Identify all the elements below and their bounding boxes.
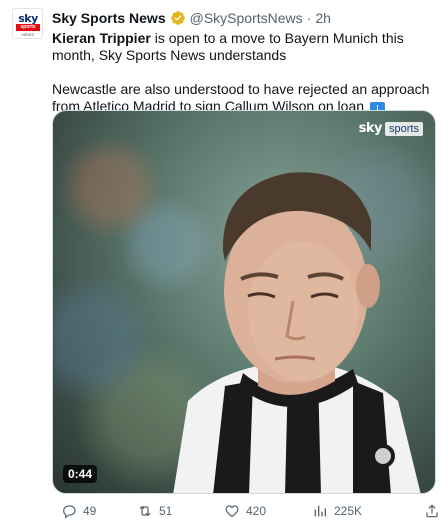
reply-button[interactable]: 49	[61, 503, 96, 519]
share-icon	[426, 504, 438, 518]
retweet-button[interactable]: 51	[137, 503, 172, 519]
sky-sports-watermark: sky sports	[359, 121, 423, 136]
retweet-icon	[139, 505, 151, 517]
display-name[interactable]: Sky Sports News	[52, 10, 166, 26]
video-duration-badge: 0:44	[63, 465, 98, 483]
reply-icon	[63, 505, 76, 519]
handle[interactable]: @SkySportsNews	[190, 10, 303, 26]
watermark-sky: sky	[358, 121, 383, 136]
verified-badge-icon[interactable]	[170, 10, 186, 26]
views-button[interactable]: 225K	[312, 503, 362, 519]
action-bar: 49 51 420 225K	[52, 502, 438, 520]
watermark-sports: sports	[385, 121, 423, 136]
mention-kieran-trippier: Kieran Trippier	[52, 30, 151, 46]
view-count: 225K	[334, 504, 363, 518]
germany-flag-icon	[292, 51, 306, 61]
separator-dot: ·	[306, 10, 312, 26]
share-button[interactable]	[424, 503, 446, 519]
video-frame-player-image	[173, 172, 421, 493]
video-player[interactable]: sky sports 0:44	[52, 110, 436, 494]
analytics-icon	[314, 505, 326, 517]
avatar-sports-text: sports	[16, 24, 40, 31]
tweet[interactable]: sky sports NEWS Sky Sports News @SkySpor…	[0, 0, 448, 522]
like-button[interactable]: 420	[224, 503, 266, 519]
avatar[interactable]: sky sports NEWS	[12, 8, 43, 39]
timestamp[interactable]: 2h	[315, 10, 331, 26]
reply-count: 49	[83, 504, 97, 518]
avatar-news-text: NEWS	[22, 32, 34, 37]
heart-icon	[225, 505, 239, 518]
retweet-count: 51	[159, 504, 173, 518]
like-count: 420	[246, 504, 267, 518]
tweet-paragraph-1: Kieran Trippier is open to a move to Bay…	[52, 30, 436, 64]
tweet-header: Sky Sports News @SkySportsNews · 2h	[52, 9, 331, 27]
